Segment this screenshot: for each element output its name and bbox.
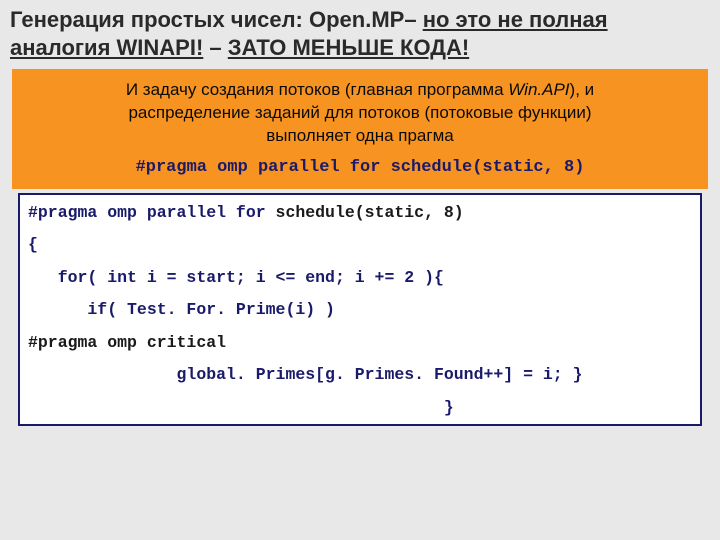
banner-line1-italic: Win.API <box>508 80 569 99</box>
slide-title: Генерация простых чисел: Open.MP– но это… <box>10 6 710 61</box>
code-line-7: } <box>28 400 692 417</box>
banner-line2: распределение заданий для потоков (поток… <box>128 103 591 122</box>
code-l1-b: schedule(static, 8) <box>276 203 464 222</box>
banner-line1-c: ), и <box>570 80 595 99</box>
code-line-1: #pragma omp parallel for schedule(static… <box>28 205 692 222</box>
code-line-4: if( Test. For. Prime(i) ) <box>28 302 692 319</box>
title-underlined-2: ЗАТО МЕНЬШЕ КОДА! <box>228 35 469 60</box>
code-line-5: #pragma omp critical <box>28 335 692 352</box>
banner-line3: выполняет одна прагма <box>266 126 453 145</box>
code-line-2: { <box>28 237 692 254</box>
title-dash-1: – <box>404 7 422 32</box>
code-line-3: for( int i = start; i <= end; i += 2 ){ <box>28 270 692 287</box>
title-dash-2: – <box>203 35 227 60</box>
code-l1-a: #pragma omp parallel for <box>28 203 276 222</box>
banner-text: И задачу создания потоков (главная прогр… <box>26 79 694 148</box>
title-text-1: Генерация простых чисел: Open.MP <box>10 7 404 32</box>
slide: Генерация простых чисел: Open.MP– но это… <box>0 0 720 540</box>
code-line-6: global. Primes[g. Primes. Found++] = i; … <box>28 367 692 384</box>
banner-pragma-code: #pragma omp parallel for schedule(static… <box>26 158 694 177</box>
code-block: #pragma omp parallel for schedule(static… <box>18 193 702 427</box>
explanation-banner: И задачу создания потоков (главная прогр… <box>12 69 708 189</box>
banner-line1-a: И задачу создания потоков (главная прогр… <box>126 80 508 99</box>
